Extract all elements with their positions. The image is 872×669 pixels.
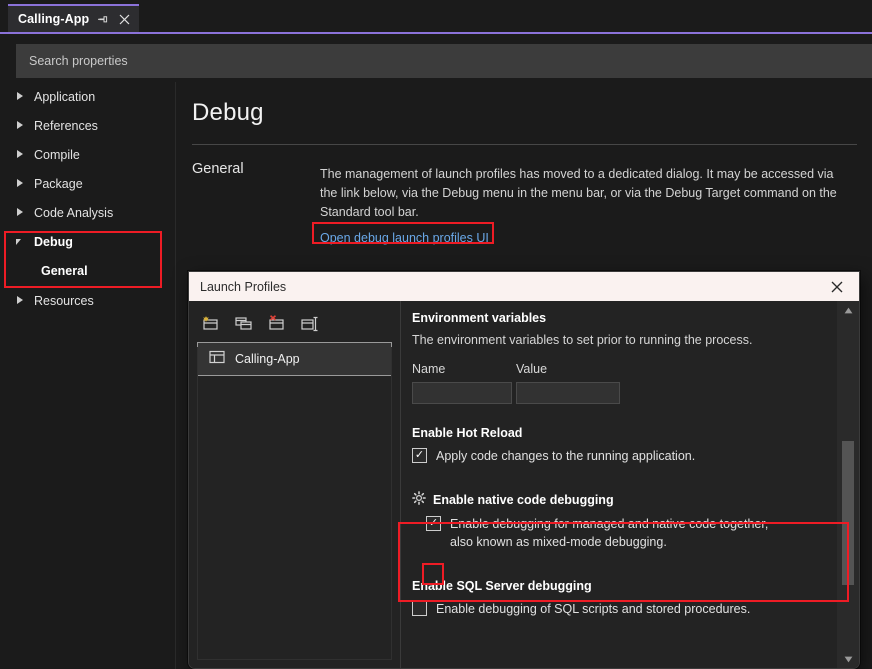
sql-server-debugging-checkbox[interactable] xyxy=(412,601,427,616)
page-title: Debug xyxy=(192,99,264,127)
env-table-header: Name Value xyxy=(412,362,837,376)
sidebar-item-debug-general[interactable]: General xyxy=(0,256,175,286)
hot-reload-checkbox-row: ✓ Apply code changes to the running appl… xyxy=(412,447,837,465)
chevron-right-icon xyxy=(16,296,25,305)
sidebar-item-label: Compile xyxy=(34,148,80,162)
delete-profile-icon[interactable] xyxy=(267,315,287,333)
pin-icon[interactable] xyxy=(96,12,110,26)
triangle-down-icon[interactable] xyxy=(837,650,859,668)
sidebar-item-application[interactable]: Application xyxy=(0,82,175,111)
sidebar-item-label: Application xyxy=(34,90,95,104)
profile-label: Calling-App xyxy=(235,352,300,366)
tab-strip: Calling-App xyxy=(0,0,872,34)
env-value-input[interactable] xyxy=(516,382,620,404)
sidebar-subitem-label: General xyxy=(41,264,88,278)
profiles-pane: Calling-App xyxy=(189,301,401,668)
sidebar-item-resources[interactable]: Resources xyxy=(0,286,175,315)
rename-profile-icon[interactable] xyxy=(300,315,320,333)
chevron-right-icon xyxy=(16,92,25,101)
profiles-toolbar xyxy=(189,301,400,337)
sidebar-item-label: References xyxy=(34,119,98,133)
duplicate-profile-icon[interactable] xyxy=(234,315,254,333)
sidebar-item-label: Debug xyxy=(34,235,73,249)
dialog-body: Calling-App Environment variables The en… xyxy=(189,301,859,668)
sql-debug-checkbox-row: Enable debugging of SQL scripts and stor… xyxy=(412,600,837,618)
properties-sidebar: Application References Compile Package C… xyxy=(0,82,176,669)
profile-list: Calling-App xyxy=(197,342,392,376)
sidebar-item-code-analysis[interactable]: Code Analysis xyxy=(0,198,175,227)
sidebar-item-label: Resources xyxy=(34,294,94,308)
tab-accent-underline xyxy=(0,32,872,34)
close-icon[interactable] xyxy=(815,272,859,301)
column-header-name: Name xyxy=(412,362,516,376)
group-description: The environment variables to set prior t… xyxy=(412,331,837,349)
open-debug-launch-profiles-ui-link[interactable]: Open debug launch profiles UI xyxy=(320,231,489,245)
hot-reload-checkbox[interactable]: ✓ xyxy=(412,448,427,463)
sql-server-debugging-checkbox-label: Enable debugging of SQL scripts and stor… xyxy=(436,600,750,618)
group-title: Enable Hot Reload xyxy=(412,426,837,440)
tab-label: Calling-App xyxy=(18,12,89,26)
group-title: Enable SQL Server debugging xyxy=(412,579,837,593)
search-input[interactable]: Search properties xyxy=(16,44,872,78)
profile-list-container-border xyxy=(197,347,392,660)
section-description: The management of launch profiles has mo… xyxy=(320,165,840,222)
sidebar-item-references[interactable]: References xyxy=(0,111,175,140)
chevron-right-icon xyxy=(16,208,25,217)
sidebar-item-package[interactable]: Package xyxy=(0,169,175,198)
chevron-down-icon xyxy=(16,237,25,246)
env-name-input[interactable] xyxy=(412,382,512,404)
profile-list-item-calling-app[interactable]: Calling-App xyxy=(197,342,392,376)
profile-settings-pane: Environment variables The environment va… xyxy=(402,301,859,668)
sidebar-item-compile[interactable]: Compile xyxy=(0,140,175,169)
visual-studio-properties-window: Calling-App Search properties Applicatio xyxy=(0,0,872,669)
link-row: Open debug launch profiles UI xyxy=(320,229,489,247)
dialog-title: Launch Profiles xyxy=(200,280,286,294)
tab-calling-app[interactable]: Calling-App xyxy=(8,4,139,32)
group-hot-reload: Enable Hot Reload ✓ Apply code changes t… xyxy=(412,426,837,465)
scrollbar-thumb[interactable] xyxy=(842,441,854,585)
triangle-up-icon[interactable] xyxy=(837,301,859,319)
window-icon xyxy=(209,350,225,369)
new-profile-icon[interactable] xyxy=(201,315,221,333)
group-sql-server-debugging: Enable SQL Server debugging Enable debug… xyxy=(412,579,837,618)
title-divider xyxy=(192,144,857,145)
hot-reload-checkbox-label: Apply code changes to the running applic… xyxy=(436,447,695,465)
launch-profiles-dialog: Launch Profiles xyxy=(188,271,860,669)
dialog-titlebar: Launch Profiles xyxy=(189,272,859,301)
chevron-right-icon xyxy=(16,150,25,159)
env-table-row xyxy=(412,382,837,404)
chevron-right-icon xyxy=(16,121,25,130)
native-code-debugging-checkbox[interactable]: ✓ xyxy=(426,516,441,531)
chevron-right-icon xyxy=(16,179,25,188)
search-placeholder: Search properties xyxy=(29,54,128,68)
native-code-debugging-checkbox-label: Enable debugging for managed and native … xyxy=(450,515,780,551)
close-icon[interactable] xyxy=(117,12,131,26)
sidebar-item-label: Code Analysis xyxy=(34,206,113,220)
group-native-code-debugging: Enable native code debugging ✓ Enable de… xyxy=(412,491,837,551)
group-environment-variables: Environment variables The environment va… xyxy=(412,311,837,404)
group-title-row: Enable native code debugging xyxy=(412,491,837,508)
settings-scroll-content: Environment variables The environment va… xyxy=(402,301,837,668)
sidebar-item-label: Package xyxy=(34,177,83,191)
column-header-value: Value xyxy=(516,362,547,376)
settings-scrollbar[interactable] xyxy=(837,301,859,668)
sidebar-item-debug[interactable]: Debug xyxy=(0,227,175,256)
group-title: Environment variables xyxy=(412,311,837,325)
section-label-general: General xyxy=(192,161,244,177)
gear-icon xyxy=(412,491,426,508)
native-debug-checkbox-row: ✓ Enable debugging for managed and nativ… xyxy=(426,515,837,551)
group-title: Enable native code debugging xyxy=(433,493,614,507)
